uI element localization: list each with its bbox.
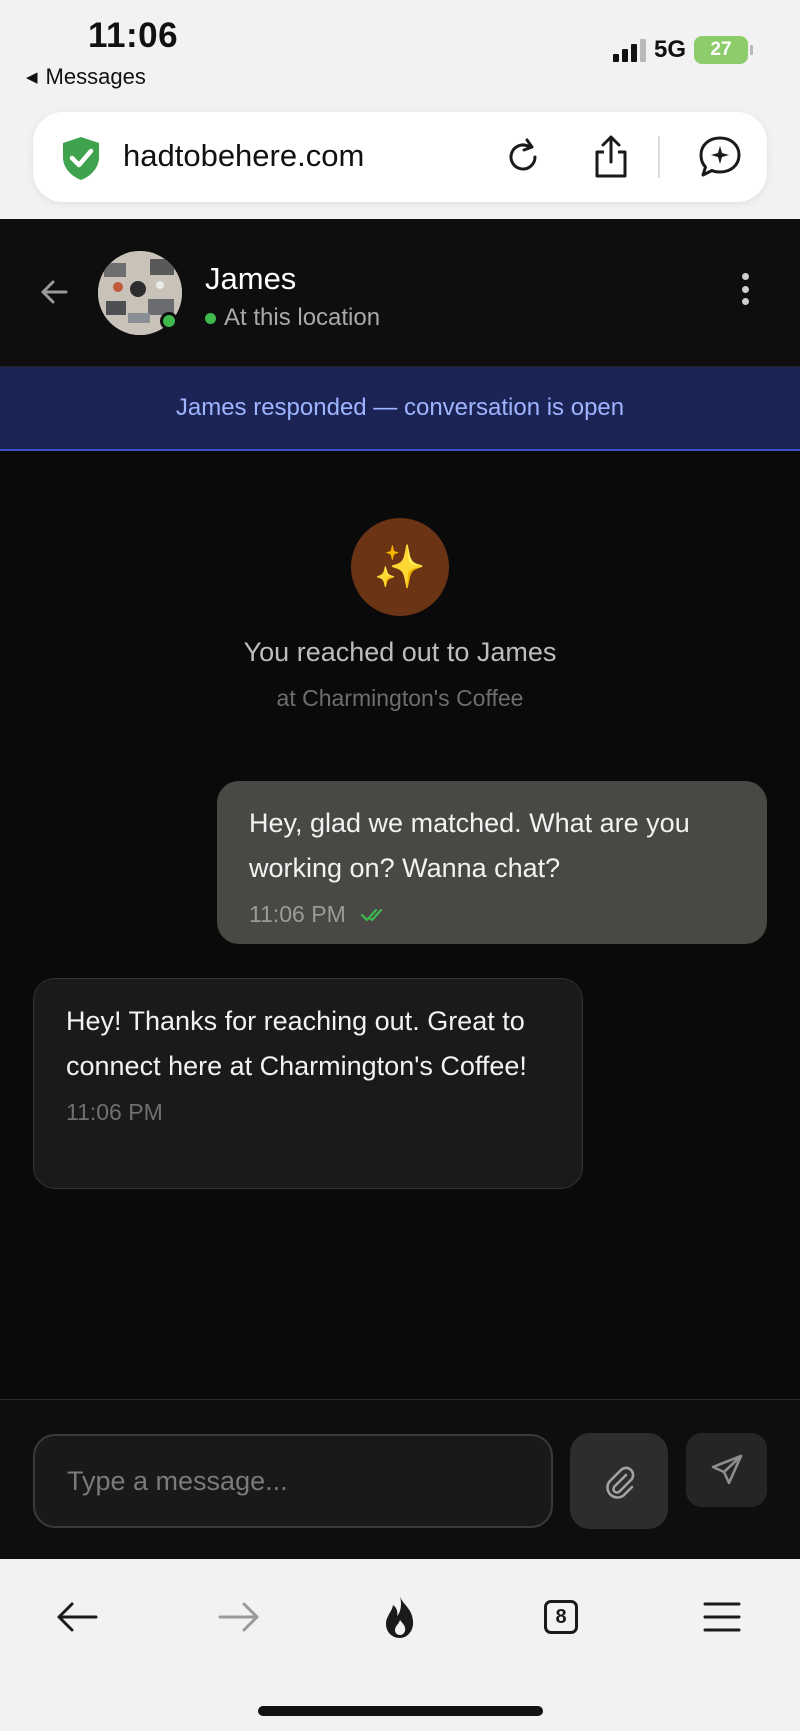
shield-check-icon [63, 137, 99, 180]
chat-header: James At this location [0, 219, 800, 367]
online-indicator [160, 312, 178, 330]
home-indicator[interactable] [258, 1706, 543, 1716]
message-composer [0, 1399, 800, 1559]
ai-chat-button[interactable] [695, 132, 745, 182]
send-button[interactable] [686, 1433, 767, 1507]
incoming-message: Hey! Thanks for reaching out. Great to c… [33, 978, 583, 1189]
share-icon [595, 135, 627, 178]
paperclip-icon [606, 1466, 635, 1499]
browser-toolbar: 8 [0, 1559, 800, 1731]
message-time: 11:06 PM [249, 901, 346, 927]
ai-chat-icon [699, 136, 741, 177]
send-icon [711, 1454, 742, 1485]
intro-title: You reached out to James [243, 637, 557, 667]
message-text: Hey, glad we matched. What are you worki… [249, 808, 690, 883]
tabs-icon: 8 [544, 1600, 578, 1634]
menu-icon [703, 1602, 741, 1632]
back-app-label: Messages [45, 64, 146, 89]
battery-percent: 27 [710, 39, 732, 60]
presence-dot [205, 312, 216, 324]
browser-forward-button[interactable] [209, 1591, 269, 1643]
browser-address-area: hadtobehere.com [0, 100, 800, 219]
fire-icon [386, 1596, 414, 1638]
back-triangle-icon: ◀ [26, 69, 38, 86]
message-time: 11:06 PM [66, 1099, 163, 1125]
back-arrow-icon[interactable] [36, 274, 72, 310]
more-options-button[interactable] [730, 269, 760, 309]
reload-button[interactable] [498, 132, 548, 182]
cell-signal-icon [612, 38, 646, 62]
toolbar-divider [658, 136, 660, 178]
status-time: 11:06 [88, 16, 179, 55]
back-to-app-link[interactable]: ◀ Messages [26, 64, 146, 90]
message-text: Hey! Thanks for reaching out. Great to c… [66, 1006, 527, 1081]
chat-app: James At this location James responded —… [0, 219, 800, 1559]
read-receipt-icon [360, 908, 382, 921]
address-bar[interactable]: hadtobehere.com [33, 112, 767, 202]
outgoing-message: Hey, glad we matched. What are you worki… [217, 781, 767, 944]
conversation-status-banner: James responded — conversation is open [0, 367, 800, 451]
forward-arrow-icon [218, 1602, 259, 1632]
message-meta: 11:06 PM [66, 1099, 550, 1126]
fire-button[interactable] [370, 1591, 430, 1643]
back-arrow-icon [57, 1602, 98, 1632]
phone-screen: 11:06 ◀ Messages 5G 27 hadtobehere.com J… [0, 0, 800, 1731]
battery-icon: 27 [694, 36, 753, 64]
tabs-button[interactable]: 8 [531, 1591, 591, 1643]
presence-status: At this location [205, 304, 380, 332]
status-indicators: 5G 27 [612, 36, 753, 64]
sparkles-icon: ✨ [351, 518, 449, 616]
message-input[interactable] [33, 1434, 553, 1528]
ios-status-bar: 11:06 ◀ Messages 5G 27 [0, 0, 800, 100]
menu-button[interactable] [692, 1591, 752, 1643]
browser-back-button[interactable] [47, 1591, 107, 1643]
url-text[interactable]: hadtobehere.com [123, 138, 364, 174]
message-meta: 11:06 PM [249, 901, 735, 928]
share-button[interactable] [586, 132, 636, 182]
contact-name: James [205, 261, 297, 296]
reload-icon [509, 138, 537, 171]
attach-button[interactable] [570, 1433, 668, 1529]
network-type: 5G [653, 36, 686, 63]
presence-label: At this location [224, 304, 381, 331]
intro-subtitle: at Charmington's Coffee [276, 685, 524, 711]
